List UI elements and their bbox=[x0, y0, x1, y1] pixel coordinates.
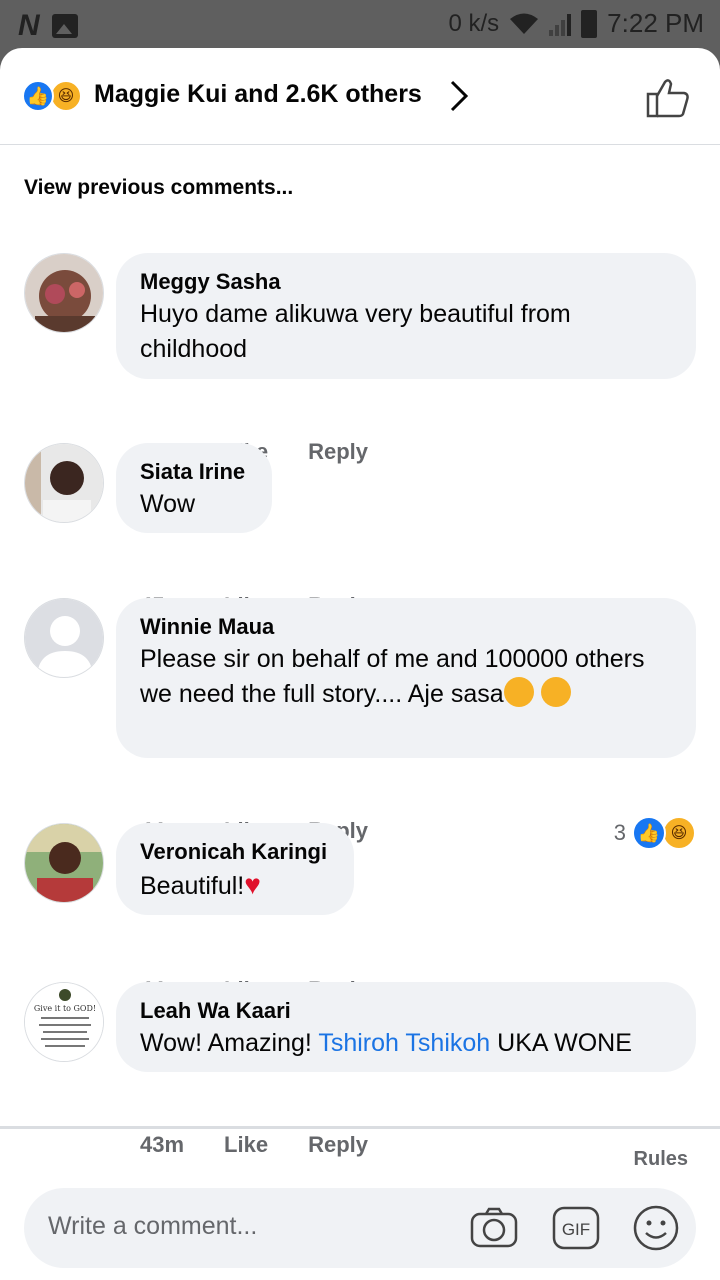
comments-sheet: 👍 😆 Maggie Kui and 2.6K others View prev… bbox=[0, 48, 720, 1280]
status-bar: N 0 k/s 7:22 PM bbox=[0, 0, 720, 48]
comment-text: Wow! Amazing! Tshiroh Tshikoh UKA WONE bbox=[140, 1029, 632, 1057]
reactions-summary[interactable]: Maggie Kui and 2.6K others bbox=[94, 80, 422, 109]
comment-bubble[interactable]: Meggy Sasha Huyo dame alikuwa very beaut… bbox=[116, 253, 696, 379]
thinking-emoji-icon bbox=[540, 677, 571, 707]
comment-bubble[interactable]: Siata Irine Wow bbox=[116, 443, 272, 533]
svg-text:Give it to GOD!: Give it to GOD! bbox=[34, 1004, 96, 1013]
image-icon bbox=[51, 14, 78, 38]
like-reaction-icon: 👍 bbox=[22, 80, 54, 112]
network-speed: 0 k/s bbox=[448, 9, 500, 37]
comment-composer: GIF bbox=[24, 1188, 696, 1268]
like-reaction-icon: 👍 bbox=[632, 816, 666, 850]
n-app-icon: N bbox=[18, 9, 40, 42]
reply-button[interactable]: Reply bbox=[308, 1132, 368, 1158]
signal-icon bbox=[549, 12, 572, 36]
rules-link[interactable]: Rules bbox=[634, 1148, 688, 1171]
emoji-icon[interactable] bbox=[632, 1204, 680, 1252]
mention-link[interactable]: Tshiroh Tshikoh bbox=[318, 1029, 490, 1057]
gif-icon[interactable]: GIF bbox=[552, 1204, 600, 1252]
comment-text: Beautiful!♥ bbox=[140, 869, 261, 900]
thinking-emoji-icon bbox=[503, 677, 534, 707]
commenter-name[interactable]: Winnie Maua bbox=[140, 612, 672, 642]
camera-icon[interactable] bbox=[470, 1204, 518, 1252]
reaction-icons: 👍 😆 bbox=[22, 80, 82, 112]
avatar[interactable] bbox=[24, 443, 104, 523]
view-previous-comments-link[interactable]: View previous comments... bbox=[24, 176, 293, 200]
comment-input[interactable] bbox=[48, 1212, 448, 1241]
comment-text: Huyo dame alikuwa very beautiful from ch… bbox=[140, 300, 571, 363]
comment-text: Please sir on behalf of me and 100000 ot… bbox=[140, 645, 645, 708]
haha-reaction-icon: 😆 bbox=[50, 80, 82, 112]
comment-actions: 43m Like Reply bbox=[140, 1132, 408, 1158]
comment-bubble[interactable]: Veronicah Karingi Beautiful!♥ bbox=[116, 823, 354, 915]
commenter-name[interactable]: Veronicah Karingi bbox=[140, 837, 330, 867]
commenter-name[interactable]: Meggy Sasha bbox=[140, 267, 672, 297]
comment-time: 43m bbox=[140, 1132, 185, 1157]
avatar[interactable]: Give it to GOD! bbox=[24, 982, 104, 1062]
comment-text: Wow bbox=[140, 490, 196, 518]
chevron-right-icon[interactable] bbox=[446, 78, 472, 114]
reaction-count-number: 3 bbox=[613, 820, 626, 845]
clock: 7:22 PM bbox=[607, 8, 704, 38]
heart-emoji-icon: ♥ bbox=[244, 869, 261, 900]
comment-reaction-count[interactable]: 3 👍 😆 bbox=[614, 816, 696, 850]
commenter-name[interactable]: Siata Irine bbox=[140, 457, 248, 487]
composer-divider bbox=[0, 1126, 720, 1129]
battery-icon bbox=[581, 9, 598, 38]
avatar[interactable] bbox=[24, 598, 104, 678]
commenter-name[interactable]: Leah Wa Kaari bbox=[140, 996, 672, 1026]
avatar[interactable] bbox=[24, 253, 104, 333]
svg-text:GIF: GIF bbox=[562, 1220, 590, 1239]
avatar[interactable] bbox=[24, 823, 104, 903]
haha-reaction-icon: 😆 bbox=[662, 816, 696, 850]
like-button[interactable]: Like bbox=[224, 1132, 268, 1158]
reply-button[interactable]: Reply bbox=[308, 439, 368, 465]
wifi-icon bbox=[510, 13, 539, 34]
like-post-button[interactable] bbox=[644, 74, 692, 122]
comment-bubble[interactable]: Leah Wa Kaari Wow! Amazing! Tshiroh Tshi… bbox=[116, 982, 696, 1072]
reactions-header[interactable]: 👍 😆 Maggie Kui and 2.6K others bbox=[0, 48, 720, 145]
comment-bubble[interactable]: Winnie Maua Please sir on behalf of me a… bbox=[116, 598, 696, 758]
